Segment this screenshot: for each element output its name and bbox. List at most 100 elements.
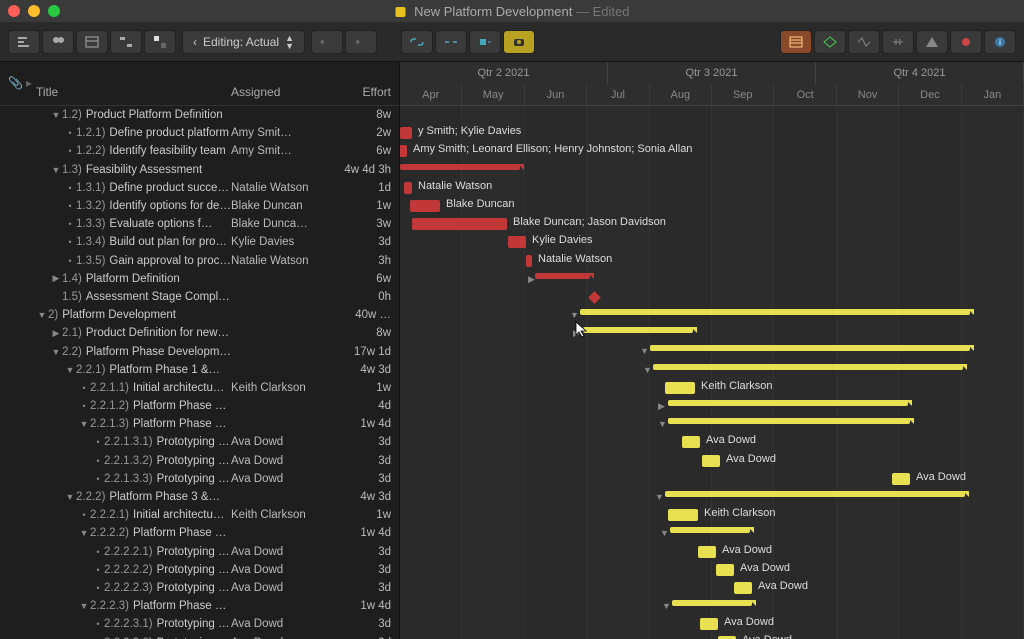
summary-bar[interactable] xyxy=(650,345,970,351)
task-bar[interactable]: Blake Duncan; Jason Davidson xyxy=(412,218,507,230)
disclosure-triangle-icon[interactable]: ▼ xyxy=(78,601,90,611)
task-row[interactable]: •2.2.2.3.2)Prototyping Round 2Ava Dowd3d xyxy=(0,633,399,639)
record-button[interactable] xyxy=(950,30,982,54)
summary-bar[interactable] xyxy=(668,418,910,424)
filter-button[interactable] xyxy=(780,30,812,54)
summary-bar[interactable] xyxy=(400,164,520,170)
task-row[interactable]: •1.3.1)Define product succe…Natalie Wats… xyxy=(0,179,399,197)
task-bar[interactable]: Keith Clarkson xyxy=(668,509,698,521)
task-row[interactable]: •1.3.5)Gain approval to proceed …Natalie… xyxy=(0,252,399,270)
task-row[interactable]: ▼2.2.1.3)Platform Phase …1w 4d xyxy=(0,415,399,433)
task-row[interactable]: •1.2.1)Define product platformAmy Smit…2… xyxy=(0,124,399,142)
task-bar[interactable]: Ava Dowd xyxy=(702,455,720,467)
disclosure-triangle-icon[interactable]: ▼ xyxy=(78,528,90,538)
task-row[interactable]: ▼1.2)Product Platform Definition8w xyxy=(0,106,399,124)
gantt-disclosure-icon[interactable]: ▼ xyxy=(655,492,664,502)
outdent-button[interactable] xyxy=(311,30,343,54)
task-row[interactable]: •2.2.2.1)Initial architectu…Keith Clarks… xyxy=(0,506,399,524)
task-row[interactable]: •2.2.1.3.3)Prototyping Round 3Ava Dowd3d xyxy=(0,470,399,488)
disclosure-triangle-icon[interactable]: ▼ xyxy=(78,419,90,429)
column-header-assigned[interactable]: Assigned xyxy=(231,85,331,99)
gantt-disclosure-icon[interactable]: ▶ xyxy=(658,401,665,412)
disclosure-triangle-icon[interactable]: ▼ xyxy=(36,310,48,320)
gantt-disclosure-icon[interactable]: ▼ xyxy=(660,528,669,538)
task-row[interactable]: •1.3.3)Evaluate options f…Blake Dunca…3w xyxy=(0,215,399,233)
unlink-button[interactable] xyxy=(435,30,467,54)
task-bar[interactable]: Blake Duncan xyxy=(410,200,440,212)
gantt-disclosure-icon[interactable]: ▼ xyxy=(658,419,667,429)
disclosure-triangle-icon[interactable]: ▼ xyxy=(64,365,76,375)
gantt-disclosure-icon[interactable]: ▼ xyxy=(643,365,652,375)
task-row[interactable]: •2.2.1.1)Initial architectu…Keith Clarks… xyxy=(0,379,399,397)
task-row[interactable]: 1.5)Assessment Stage Complete0h xyxy=(0,288,399,306)
task-row[interactable]: •1.3.2)Identify options for developi…Bla… xyxy=(0,197,399,215)
summary-bar[interactable] xyxy=(668,400,908,406)
summary-bar[interactable] xyxy=(670,527,750,533)
summary-bar[interactable] xyxy=(672,600,752,606)
task-row[interactable]: •1.3.4)Build out plan for produ…Kylie Da… xyxy=(0,233,399,251)
task-bar[interactable]: Ava Dowd xyxy=(716,564,734,576)
task-row[interactable]: •2.2.1.3.1)Prototyping Round 1Ava Dowd3d xyxy=(0,433,399,451)
gantt-disclosure-icon[interactable]: ▼ xyxy=(640,346,649,356)
gantt-disclosure-icon[interactable]: ▼ xyxy=(662,601,671,611)
task-row[interactable]: ▼2.2)Platform Phase Development17w 1d xyxy=(0,342,399,360)
disclosure-triangle-icon[interactable]: ▼ xyxy=(50,110,62,120)
summary-bar[interactable] xyxy=(535,273,590,279)
task-bar[interactable]: Natalie Watson xyxy=(404,182,412,194)
task-row[interactable]: •2.2.1.3.2)Prototyping Round 2Ava Dowd3d xyxy=(0,452,399,470)
view-gantt-button[interactable] xyxy=(8,30,40,54)
column-header-title[interactable]: Title xyxy=(36,85,231,99)
task-bar[interactable]: Ava Dowd xyxy=(734,582,752,594)
task-bar[interactable]: Ava Dowd xyxy=(892,473,910,485)
task-row[interactable]: ▼2.2.1)Platform Phase 1 &…4w 3d xyxy=(0,361,399,379)
task-row[interactable]: ▼2.2.2.2)Platform Phase …1w 4d xyxy=(0,524,399,542)
column-header-effort[interactable]: Effort xyxy=(331,85,391,99)
task-bar[interactable]: Ava Dowd xyxy=(682,436,700,448)
task-row[interactable]: ▼2.2.2)Platform Phase 3 &…4w 3d xyxy=(0,488,399,506)
task-row[interactable]: •2.2.1.2)Platform Phase …4d xyxy=(0,397,399,415)
task-row[interactable]: •2.2.2.2.1)Prototyping Round 1Ava Dowd3d xyxy=(0,543,399,561)
minimize-window-button[interactable] xyxy=(28,5,40,17)
task-row[interactable]: •2.2.2.2.3)Prototyping Round 3Ava Dowd3d xyxy=(0,579,399,597)
baseline-button[interactable] xyxy=(814,30,846,54)
close-window-button[interactable] xyxy=(8,5,20,17)
reschedule-button[interactable] xyxy=(469,30,501,54)
zoom-window-button[interactable] xyxy=(48,5,60,17)
task-row[interactable]: •2.2.2.2.2)Prototyping Round 2Ava Dowd3d xyxy=(0,561,399,579)
task-bar[interactable]: Ava Dowd xyxy=(698,546,716,558)
indent-button[interactable] xyxy=(345,30,377,54)
gantt-chart[interactable]: Qtr 2 2021Qtr 3 2021Qtr 4 2021 AprMayJun… xyxy=(400,62,1024,639)
disclosure-triangle-icon[interactable]: ▼ xyxy=(50,165,62,175)
disclosure-triangle-icon[interactable]: ▼ xyxy=(50,347,62,357)
view-resources-button[interactable] xyxy=(42,30,74,54)
gantt-body[interactable]: y Smith; Kylie DaviesAmy Smith; Leonard … xyxy=(400,106,1024,639)
summary-bar[interactable] xyxy=(583,327,693,333)
summary-bar[interactable] xyxy=(653,364,963,370)
view-network-button[interactable] xyxy=(110,30,142,54)
disclosure-triangle-icon[interactable]: ▶ xyxy=(50,328,62,339)
editing-mode-selector[interactable]: ‹ Editing: Actual ▲▼ xyxy=(182,30,305,54)
task-row[interactable]: ▶2.1)Product Definition for new platform… xyxy=(0,324,399,342)
task-row[interactable]: ▶1.4)Platform Definition6w xyxy=(0,270,399,288)
summary-bar[interactable] xyxy=(665,491,965,497)
task-bar[interactable]: Natalie Watson xyxy=(526,255,532,267)
task-row[interactable]: •1.2.2)Identify feasibility teamAmy Smit… xyxy=(0,142,399,160)
view-calendar-button[interactable] xyxy=(76,30,108,54)
warnings-button[interactable] xyxy=(916,30,948,54)
disclosure-triangle-icon[interactable]: ▼ xyxy=(64,492,76,502)
task-row[interactable]: •2.2.2.3.1)Prototyping Round 1Ava Dowd3d xyxy=(0,615,399,633)
gantt-disclosure-icon[interactable]: ▼ xyxy=(570,310,579,320)
summary-bar[interactable] xyxy=(580,309,970,315)
task-bar[interactable]: Keith Clarkson xyxy=(665,382,695,394)
task-row[interactable]: ▼2.2.2.3)Platform Phase …1w 4d xyxy=(0,597,399,615)
slack-button[interactable] xyxy=(882,30,914,54)
link-button[interactable] xyxy=(401,30,433,54)
task-row[interactable]: ▼1.3)Feasibility Assessment4w 4d 3h xyxy=(0,161,399,179)
gantt-disclosure-icon[interactable]: ▶ xyxy=(528,274,535,285)
task-row[interactable]: ▼2)Platform Development40w … xyxy=(0,306,399,324)
catch-up-button[interactable] xyxy=(503,30,535,54)
task-bar[interactable]: Kylie Davies xyxy=(508,236,526,248)
task-bar[interactable]: y Smith; Kylie Davies xyxy=(400,127,412,139)
view-styles-button[interactable] xyxy=(144,30,176,54)
info-button[interactable]: i xyxy=(984,30,1016,54)
